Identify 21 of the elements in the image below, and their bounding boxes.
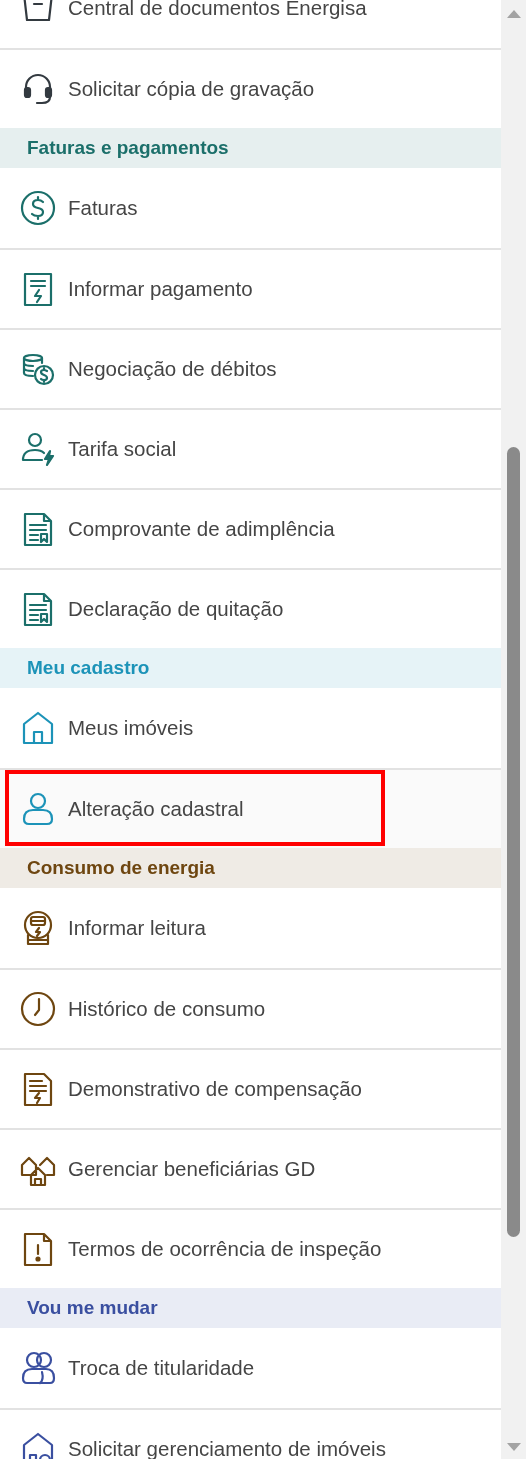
section-header: Vou me mudar bbox=[0, 1288, 501, 1328]
dollar-icon bbox=[20, 190, 56, 226]
scroll-up-icon[interactable] bbox=[507, 10, 521, 18]
menu-item[interactable]: Faturas bbox=[0, 168, 501, 248]
scroll-down-icon[interactable] bbox=[507, 1443, 521, 1451]
section-header: Meu cadastro bbox=[0, 648, 501, 688]
clock-icon bbox=[20, 991, 56, 1027]
coins-icon bbox=[20, 351, 56, 387]
person-icon bbox=[20, 791, 56, 827]
section-header: Consumo de energia bbox=[0, 848, 501, 888]
house-gear-icon bbox=[20, 1431, 56, 1459]
section-header: Faturas e pagamentos bbox=[0, 128, 501, 168]
person-bolt-icon bbox=[20, 431, 56, 467]
menu-item[interactable]: Alteração cadastral bbox=[0, 768, 501, 848]
house-icon bbox=[20, 710, 56, 746]
menu-item[interactable]: Meus imóveis bbox=[0, 688, 501, 768]
people-icon bbox=[20, 1350, 56, 1386]
menu-item[interactable]: Central de documentos Energisa bbox=[0, 0, 501, 48]
scroll-thumb[interactable] bbox=[507, 447, 520, 1237]
menu-item[interactable]: Informar leitura bbox=[0, 888, 501, 968]
menu-item[interactable]: Troca de titularidade bbox=[0, 1328, 501, 1408]
